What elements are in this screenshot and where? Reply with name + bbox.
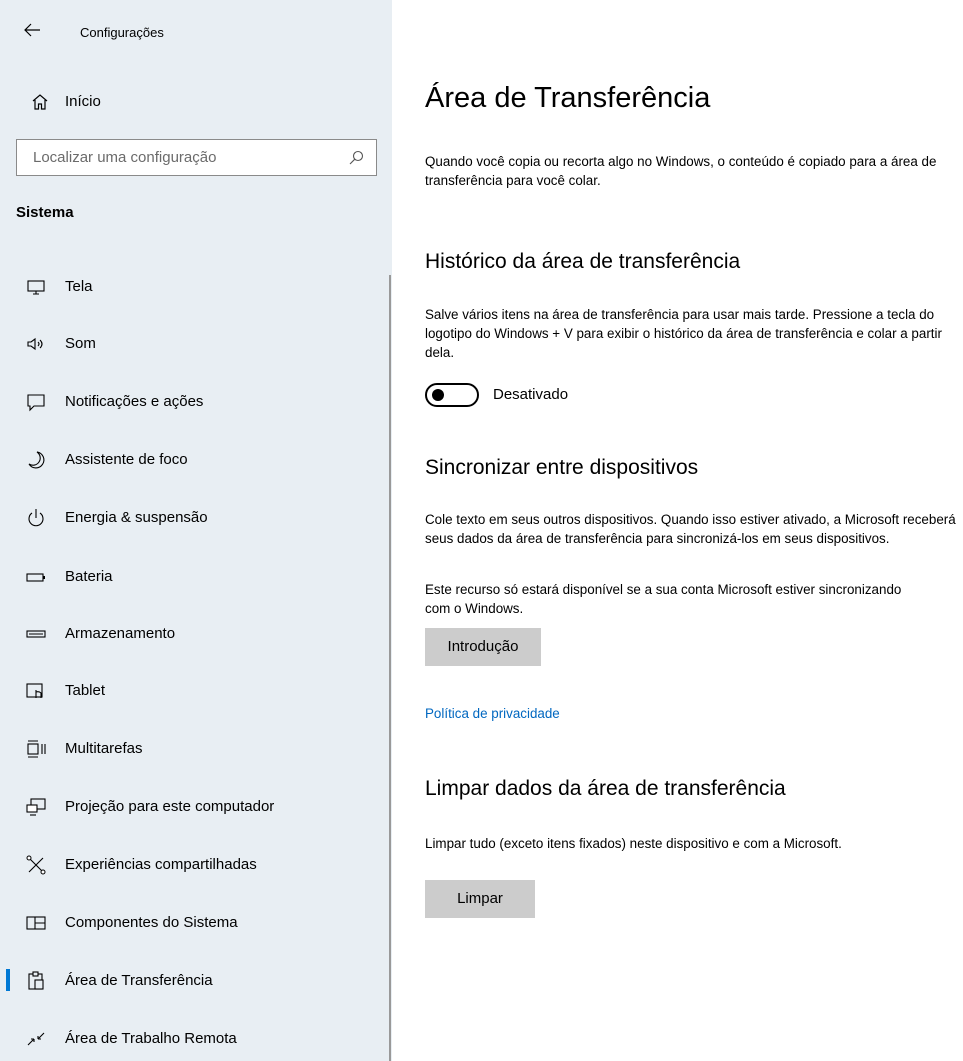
back-button[interactable] <box>20 18 44 42</box>
clipboard-icon <box>28 971 44 990</box>
sidebar-item-label: Bateria <box>65 568 113 585</box>
sync-description-2: Este recurso só estará disponível se a s… <box>425 582 902 616</box>
sidebar-item-label: Assistente de foco <box>65 451 188 468</box>
home-icon <box>32 94 48 110</box>
get-started-button[interactable]: Introdução <box>425 628 541 666</box>
notification-icon <box>27 394 45 412</box>
multitasking-icon <box>27 740 46 758</box>
history-toggle[interactable] <box>425 383 479 407</box>
history-description: Salve vários itens na área de transferên… <box>425 307 942 360</box>
page-title: Área de Transferência <box>425 82 711 114</box>
sidebar-item-componentes[interactable]: Componentes do Sistema <box>0 901 385 945</box>
sidebar-item-area-transferencia[interactable]: Área de Transferência <box>0 959 385 1003</box>
power-icon <box>28 509 44 527</box>
sidebar-item-tablet[interactable]: Tablet <box>0 669 385 713</box>
sidebar-item-armazenamento[interactable]: Armazenamento <box>0 612 385 656</box>
sidebar-item-multitarefas[interactable]: Multitarefas <box>0 727 385 771</box>
tablet-icon <box>26 683 43 698</box>
sidebar-item-label: Área de Transferência <box>65 972 213 989</box>
sidebar-item-area-trabalho-remota[interactable]: Área de Trabalho Remota <box>0 1017 385 1061</box>
sidebar-item-bateria[interactable]: Bateria <box>0 555 385 599</box>
sidebar-item-energia[interactable]: Energia & suspensão <box>0 496 385 540</box>
sidebar-item-experiencias[interactable]: Experiências compartilhadas <box>0 843 385 887</box>
sidebar-item-label: Notificações e ações <box>65 393 204 410</box>
sidebar-item-label: Energia & suspensão <box>65 509 208 526</box>
monitor-icon <box>27 280 45 295</box>
sidebar-item-label: Armazenamento <box>65 625 176 642</box>
privacy-link[interactable]: Política de privacidade <box>425 706 560 721</box>
shared-experiences-icon <box>26 855 46 875</box>
clear-description: Limpar tudo (exceto itens fixados) neste… <box>425 836 842 851</box>
toggle-knob <box>432 389 444 401</box>
history-toggle-label: Desativado <box>493 386 569 403</box>
sidebar-item-label: Tela <box>65 278 93 295</box>
sync-description-1: Cole texto em seus outros dispositivos. … <box>425 512 956 546</box>
sidebar-item-label: Multitarefas <box>65 740 143 757</box>
app-title: Configurações <box>80 25 164 40</box>
search-input[interactable]: Localizar uma configuração <box>16 139 377 176</box>
sidebar-item-label: Tablet <box>65 682 106 699</box>
sidebar-item-label: Componentes do Sistema <box>65 914 238 931</box>
sidebar-item-label: Experiências compartilhadas <box>65 856 257 873</box>
sidebar-item-label: Projeção para este computador <box>65 798 275 815</box>
sidebar-item-label: Início <box>65 93 101 110</box>
storage-icon <box>26 630 46 638</box>
sidebar-scrollbar[interactable] <box>389 275 391 1061</box>
clear-button[interactable]: Limpar <box>425 880 535 918</box>
search-placeholder: Localizar uma configuração <box>33 149 217 166</box>
projection-icon <box>26 798 46 816</box>
search-icon <box>349 150 364 165</box>
arrow-left-icon <box>24 23 40 37</box>
sync-heading: Sincronizar entre dispositivos <box>425 456 699 479</box>
main-content: Área de Transferência Quando você copia … <box>425 0 963 1061</box>
moon-icon <box>28 451 45 469</box>
sidebar-item-home[interactable]: Início <box>0 82 392 122</box>
intro-text: Quando você copia ou recorta algo no Win… <box>425 154 937 188</box>
sidebar-item-projecao[interactable]: Projeção para este computador <box>0 785 385 829</box>
history-heading: Histórico da área de transferência <box>425 250 741 273</box>
sidebar-item-tela[interactable]: Tela <box>0 265 385 309</box>
title-bar: Configurações <box>0 0 392 64</box>
clear-heading: Limpar dados da área de transferência <box>425 777 786 800</box>
sidebar-item-label: Área de Trabalho Remota <box>65 1030 237 1047</box>
speaker-icon <box>27 337 43 351</box>
sidebar-item-label: Som <box>65 335 96 352</box>
section-title: Sistema <box>16 204 74 221</box>
sidebar-item-assistente-foco[interactable]: Assistente de foco <box>0 438 385 482</box>
sidebar: Configurações Início Localizar uma confi… <box>0 0 392 1061</box>
battery-icon <box>26 573 45 582</box>
system-components-icon <box>26 916 46 930</box>
selection-indicator <box>6 969 10 991</box>
remote-desktop-icon <box>27 1032 45 1046</box>
sidebar-item-notificacoes[interactable]: Notificações e ações <box>0 380 385 424</box>
sidebar-item-som[interactable]: Som <box>0 322 385 366</box>
